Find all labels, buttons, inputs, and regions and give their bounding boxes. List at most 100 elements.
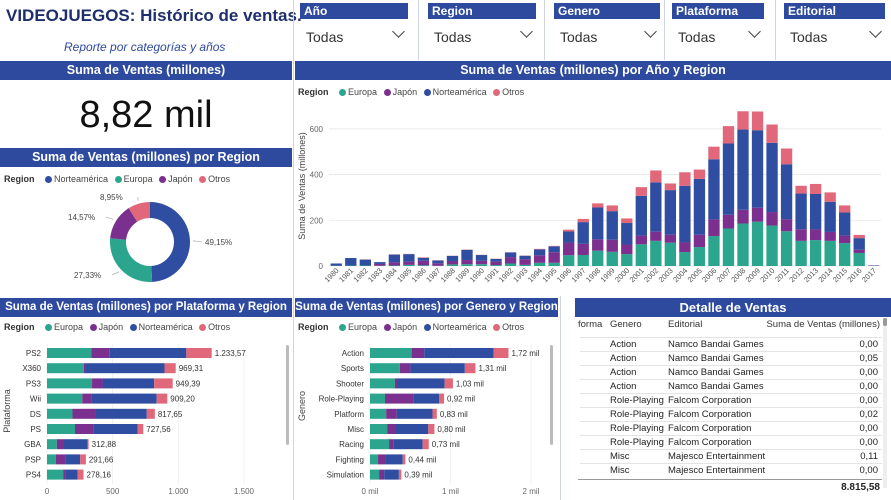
bar-segment[interactable] [399,363,411,374]
year-bar-segment[interactable] [621,244,633,255]
year-bar-segment[interactable] [621,218,633,224]
year-bar-segment[interactable] [780,148,793,165]
year-bar-segment[interactable] [693,169,706,179]
year-bar-segment[interactable] [577,218,589,223]
column-header-platform[interactable]: forma [578,319,602,330]
bar-segment[interactable] [164,363,176,374]
bar-segment[interactable] [65,469,78,480]
year-bar-segment[interactable] [577,243,589,256]
bar-segment[interactable] [413,393,440,404]
year-bar-segment[interactable] [795,240,807,266]
year-bar-segment[interactable] [824,231,836,241]
bar-segment[interactable] [444,378,453,389]
year-bar-segment[interactable] [432,260,444,264]
chevron-down-icon[interactable] [520,25,533,38]
bar-segment[interactable] [83,363,86,374]
year-bar-segment[interactable] [446,264,459,266]
year-bar-segment[interactable] [664,183,677,191]
year-bar-segment[interactable] [330,263,342,266]
year-bar-segment[interactable] [737,223,749,266]
year-bar-segment[interactable] [388,262,401,266]
bar-segment[interactable] [137,424,144,434]
year-bar-segment[interactable] [606,211,618,240]
year-bar-segment[interactable] [548,246,560,253]
year-bar-segment[interactable] [722,228,735,266]
bar-segment[interactable] [424,348,494,358]
scrollbar-thumb[interactable] [883,318,887,326]
bar-segment[interactable] [439,393,445,404]
bar-segment[interactable] [370,378,395,389]
year-bar-segment[interactable] [853,238,865,250]
bar-segment[interactable] [47,348,92,358]
year-bar-segment[interactable] [461,260,473,265]
year-bar-segment[interactable] [621,254,633,266]
year-bar-segment[interactable] [533,262,546,266]
year-bar-segment[interactable] [766,142,778,213]
platform-scrollbar[interactable] [286,345,289,445]
year-bar-segment[interactable] [650,231,662,241]
year-bar-segment[interactable] [635,195,647,236]
year-bar-segment[interactable] [664,190,677,235]
bar-segment[interactable] [384,393,414,404]
bar-segment[interactable] [370,439,390,450]
year-bar-segment[interactable] [563,231,575,243]
bar-segment[interactable] [411,348,425,358]
year-bar-segment[interactable] [722,143,735,215]
year-bar-segment[interactable] [824,240,836,266]
table-row[interactable]: Action Namco Bandai Games 0,00 [580,337,882,351]
year-bar-segment[interactable] [461,249,473,261]
year-bar-segment[interactable] [577,255,589,266]
genre-scrollbar[interactable] [550,345,553,445]
year-bar-segment[interactable] [475,255,488,261]
year-bar-segment[interactable] [592,207,604,240]
scrollbar-track[interactable] [883,318,887,488]
year-bar-segment[interactable] [374,263,386,266]
year-bar-segment[interactable] [780,164,793,220]
year-bar-segment[interactable] [461,264,473,266]
bar-segment[interactable] [379,469,385,480]
bar-segment[interactable] [47,469,64,480]
year-bar-segment[interactable] [519,264,531,266]
chevron-down-icon[interactable] [869,25,882,38]
year-bar-segment[interactable] [780,219,793,232]
bar-segment[interactable] [47,378,93,389]
year-bar-segment[interactable] [621,223,633,245]
bar-segment[interactable] [398,469,402,480]
table-row[interactable]: Action Namco Bandai Games 0,00 [580,379,882,393]
bar-segment[interactable] [47,439,57,450]
year-bar-segment[interactable] [403,254,415,262]
bar-segment[interactable] [82,393,92,404]
bar-segment[interactable] [464,363,476,374]
bar-segment[interactable] [80,454,86,465]
year-bar-segment[interactable] [737,129,749,210]
bar-segment[interactable] [432,408,437,419]
year-bar-segment[interactable] [693,234,706,248]
year-bar-segment[interactable] [359,259,371,266]
column-header-genre[interactable]: Genero [610,319,642,330]
year-bar-segment[interactable] [809,240,822,266]
year-bar-segment[interactable] [388,254,401,263]
bar-segment[interactable] [91,348,110,358]
bar-segment[interactable] [95,408,147,419]
year-bar-segment[interactable] [824,192,836,202]
bar-segment[interactable] [63,469,66,480]
year-bar-segment[interactable] [403,261,415,265]
year-bar-segment[interactable] [809,183,822,194]
slicer-dropdown-2[interactable]: Todas [560,29,597,45]
bar-segment[interactable] [47,454,56,465]
bar-segment[interactable] [85,363,165,374]
chevron-down-icon[interactable] [748,25,761,38]
year-bar-segment[interactable] [504,252,517,258]
year-bar-segment[interactable] [563,229,575,232]
year-bar-segment[interactable] [809,194,822,230]
table-row[interactable]: Role-Playing Falcom Corporation 0,00 [580,393,882,407]
year-bar-segment[interactable] [679,172,691,186]
year-bar-segment[interactable] [722,126,735,144]
bar-segment[interactable] [370,424,388,434]
year-bar-segment[interactable] [635,235,647,245]
bar-segment[interactable] [77,469,84,480]
year-bar-segment[interactable] [490,258,502,262]
year-bar-segment[interactable] [751,130,764,208]
chevron-down-icon[interactable] [392,25,405,38]
year-bar-segment[interactable] [592,239,604,251]
